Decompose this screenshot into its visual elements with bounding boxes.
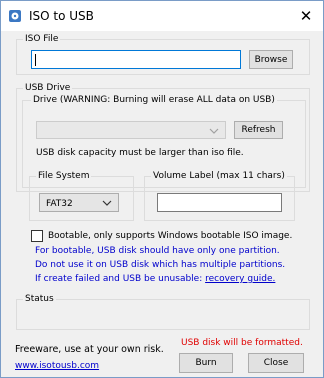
volume-label-input[interactable] [157, 193, 282, 212]
iso-file-group-title: ISO File [23, 33, 61, 45]
title-bar[interactable]: ISO to USB ✕ [1, 1, 323, 31]
app-icon [9, 10, 21, 22]
volume-label-group: Volume Label (max 11 chars) [144, 170, 295, 221]
format-warning: USB disk will be formatted. [181, 338, 303, 348]
text-caret [35, 54, 36, 66]
close-button[interactable]: Close [248, 353, 304, 373]
iso-file-group: ISO File Browse [16, 33, 310, 75]
freeware-notice: Freeware, use at your own risk. [15, 344, 164, 355]
volume-label-group-title: Volume Label (max 11 chars) [151, 170, 287, 182]
capacity-note: USB disk capacity must be larger than is… [36, 148, 244, 158]
refresh-button[interactable]: Refresh [234, 121, 283, 139]
bootable-checkbox[interactable] [31, 230, 43, 242]
app-window: ISO to USB ✕ ISO File Browse USB Drive D… [0, 0, 324, 378]
file-system-value: FAT32 [46, 199, 73, 209]
bootable-note-line3-prefix: If create failed and USB be unusable: [35, 274, 206, 284]
iso-path-input[interactable] [31, 50, 241, 69]
usb-drive-group-title: USB Drive [23, 82, 73, 94]
client-area: ISO File Browse USB Drive Drive (WARNING… [1, 31, 323, 377]
browse-button[interactable]: Browse [249, 50, 293, 69]
status-group: Status [16, 293, 310, 330]
recovery-guide-link[interactable]: recovery guide. [205, 274, 275, 284]
website-link[interactable]: www.isotousb.com [15, 360, 99, 372]
burn-button[interactable]: Burn [179, 353, 233, 373]
bootable-note-line3: If create failed and USB be unusable: re… [35, 273, 275, 285]
chevron-down-icon [102, 200, 112, 206]
chevron-down-icon [209, 128, 219, 134]
window-title: ISO to USB [29, 9, 94, 23]
file-system-select[interactable]: FAT32 [39, 193, 119, 212]
bootable-note-line1: For bootable, USB disk should have only … [35, 246, 280, 256]
bootable-label[interactable]: Bootable, only supports Windows bootable… [48, 230, 292, 242]
status-group-title: Status [23, 293, 56, 305]
drive-select[interactable] [36, 121, 226, 139]
drive-warning-label: Drive (WARNING: Burning will erase ALL d… [31, 94, 277, 106]
window-close-icon[interactable]: ✕ [289, 1, 323, 31]
file-system-group: File System FAT32 [29, 170, 134, 221]
file-system-group-title: File System [36, 170, 92, 182]
bootable-note-line2: Do not use it on USB disk which has mult… [35, 260, 286, 270]
